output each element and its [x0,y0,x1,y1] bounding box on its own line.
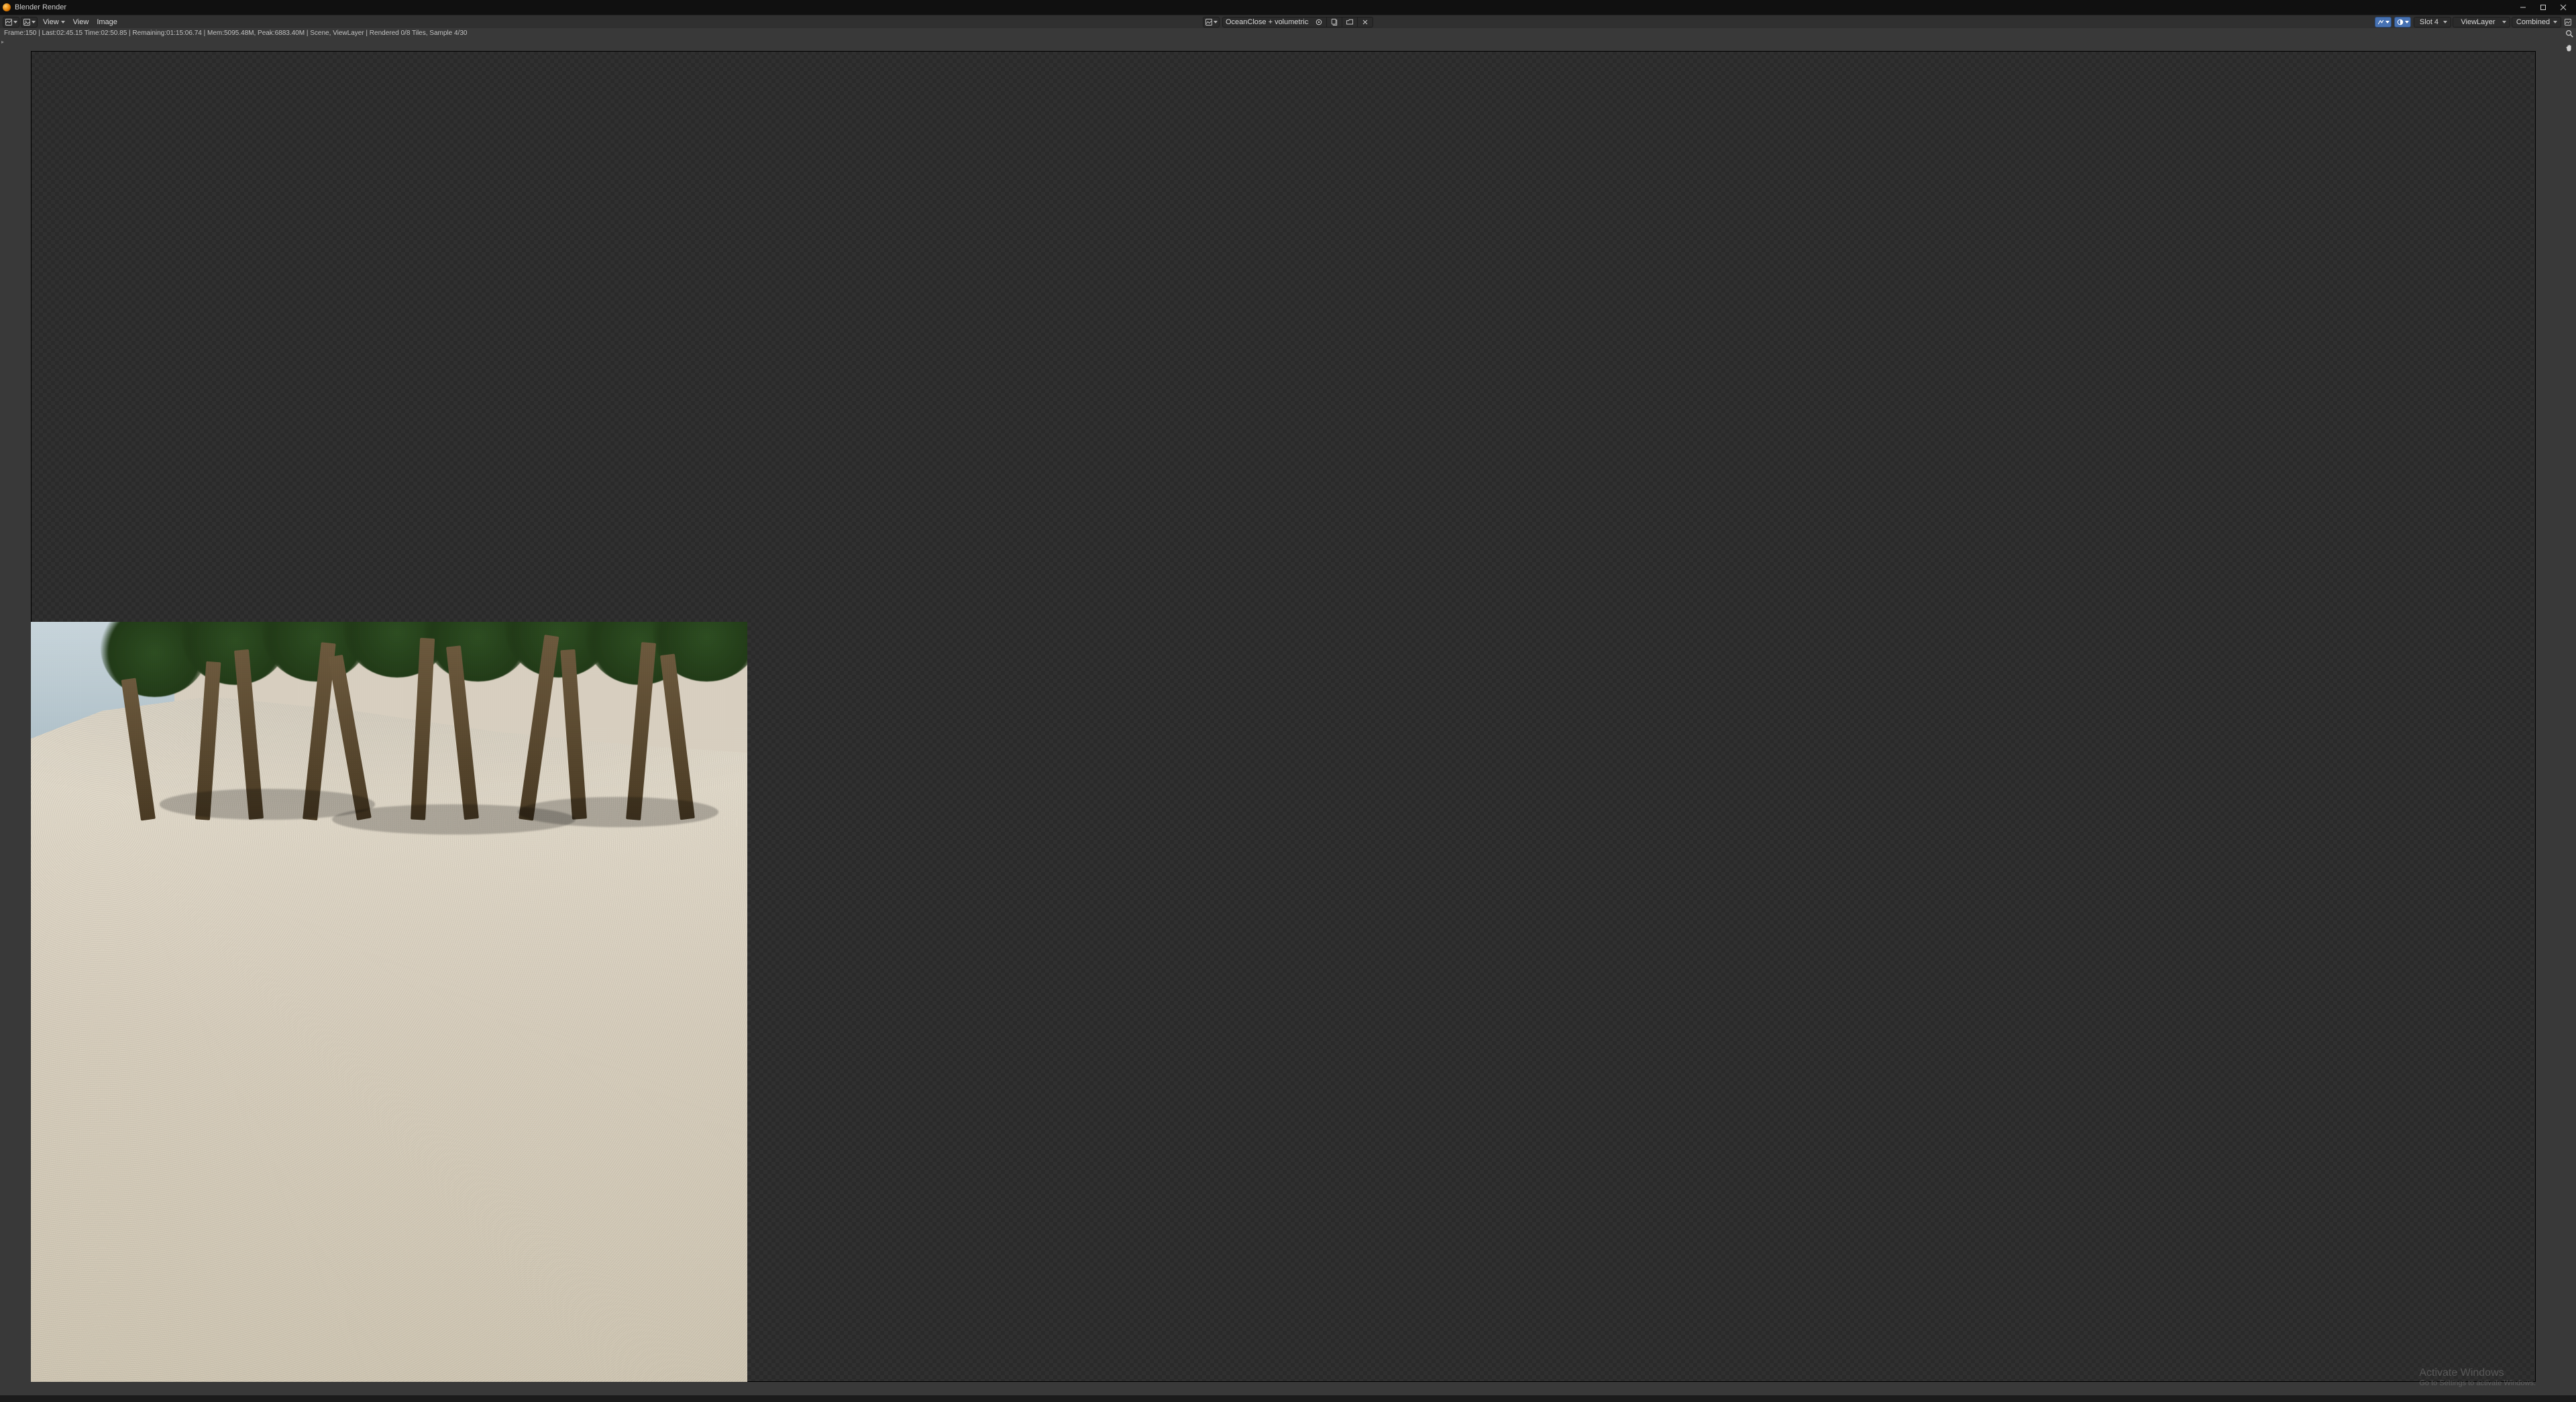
chevron-down-icon [2405,21,2409,23]
window-titlebar: Blender Render [0,0,2576,15]
pass-selector[interactable]: Combined [2512,17,2561,28]
menu-view-dropdown[interactable]: View [39,15,69,29]
palms-region [74,622,747,820]
blender-app-icon [3,3,11,11]
window-title: Blender Render [15,3,66,11]
slot-label: Slot 4 [2418,18,2440,26]
close-button[interactable] [2553,0,2573,15]
chevron-down-icon [2502,21,2506,23]
chevron-down-icon [32,21,36,23]
chevron-down-icon [2385,21,2390,23]
slot-selector[interactable]: Slot 4 [2414,17,2451,28]
render-canvas [31,51,2536,1382]
menu-image[interactable]: Image [93,15,121,29]
chevron-down-icon [2553,21,2557,23]
menu-label: View [73,18,89,26]
chevron-down-icon [1214,21,1218,23]
menu-view[interactable]: View [69,15,93,29]
render-tile [31,622,747,1382]
menu-label: Image [97,18,117,26]
chevron-down-icon [13,21,17,23]
menu-label: View [43,18,59,26]
footer-strip [0,1395,2576,1402]
image-viewport[interactable] [0,38,2569,1395]
image-name-input[interactable] [1223,18,1311,26]
layer-selector[interactable]: ViewLayer [2453,17,2510,28]
render-status-bar: Frame:150 | Last:02:45.15 Time:02:50.85 … [0,28,2576,38]
open-image-button[interactable] [1342,17,1358,27]
display-channels-dropdown[interactable] [2375,17,2392,28]
unlink-image-button[interactable] [1358,17,1373,27]
minimize-button[interactable] [2513,0,2533,15]
layer-label: ViewLayer [2457,18,2500,26]
chevron-down-icon [2443,21,2447,23]
window-controls [2513,0,2573,15]
render-status-text: Frame:150 | Last:02:45.15 Time:02:50.85 … [4,30,467,37]
pass-label: Combined [2516,18,2551,26]
fake-user-toggle[interactable] [1311,17,1327,27]
mode-dropdown[interactable] [21,17,38,28]
image-name-field [1222,17,1373,28]
image-browse-dropdown[interactable] [1203,17,1220,28]
overlay-toggle-icon[interactable] [2563,17,2573,28]
color-management-dropdown[interactable] [2394,17,2411,28]
editor-type-dropdown[interactable] [3,17,19,28]
image-editor-header: View View Image [0,15,2576,28]
maximize-button[interactable] [2533,0,2553,15]
new-image-button[interactable] [1327,17,1342,27]
